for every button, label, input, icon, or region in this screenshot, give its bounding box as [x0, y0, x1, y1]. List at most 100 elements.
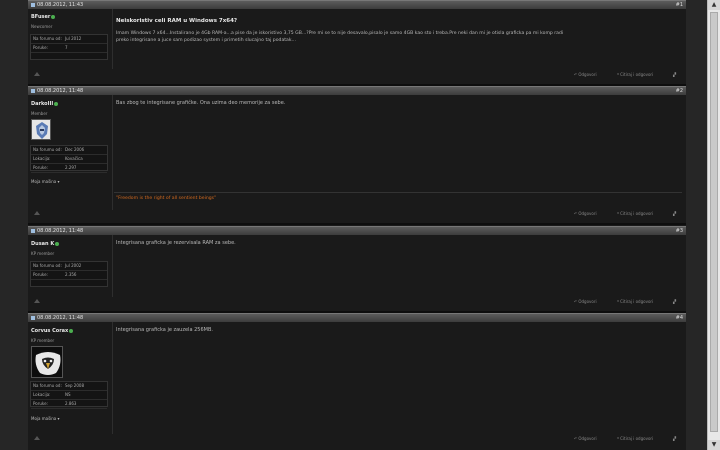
- post-number[interactable]: #2: [676, 88, 683, 95]
- info-value: 7: [65, 45, 68, 50]
- user-info-box: Na forumu od: Jul 2012 Poruke: 7: [30, 34, 108, 60]
- info-value: 2.297: [65, 165, 77, 170]
- info-value: Jul 2002: [65, 263, 82, 268]
- info-value: 2.356: [65, 272, 77, 277]
- reply-button[interactable]: ↶Odgovori: [574, 299, 597, 305]
- reply-label[interactable]: Odgovori: [578, 72, 596, 77]
- username-text[interactable]: BFuser: [31, 14, 50, 20]
- vertical-scrollbar[interactable]: ▲ ▼: [707, 0, 720, 450]
- post-4: 08.08.2012, 11:48 #4 Corvus Corax KP mem…: [28, 313, 686, 450]
- multiquote-icon[interactable]: ▞: [673, 211, 676, 217]
- info-value: Dec 2006: [65, 147, 85, 152]
- username-link[interactable]: DarkoIII: [31, 101, 59, 107]
- post-date-text: 08.08.2012, 11:43: [37, 2, 84, 8]
- info-row-location: Lokacija: NS: [31, 391, 107, 400]
- username-link[interactable]: BFuser: [31, 14, 56, 20]
- quote-label[interactable]: Citiraj i odgovori: [620, 299, 653, 304]
- post-date-text: 08.08.2012, 11:48: [37, 315, 84, 321]
- post-separator: [28, 223, 686, 225]
- online-status-icon: [54, 101, 59, 106]
- post-icon: [31, 2, 35, 7]
- post-date: 08.08.2012, 11:48: [31, 315, 83, 322]
- message-line: Integrisana graficka je zauzela 256MB.: [116, 327, 213, 333]
- quote-button[interactable]: ❝Citiraj i odgovori: [617, 211, 653, 217]
- quote-button[interactable]: ❝Citiraj i odgovori: [617, 436, 653, 442]
- report-icon[interactable]: [34, 299, 40, 303]
- post-header: 08.08.2012, 11:48 #4: [28, 313, 686, 322]
- reply-button[interactable]: ↶Odgovori: [574, 211, 597, 217]
- scroll-down-arrow-icon[interactable]: ▼: [708, 440, 720, 450]
- username-link[interactable]: Corvus Corax: [31, 328, 74, 334]
- post-icon: [31, 315, 35, 320]
- column-divider: [112, 235, 113, 297]
- user-rank: KP member: [31, 338, 55, 343]
- quote-label[interactable]: Citiraj i odgovori: [620, 211, 653, 216]
- username-link[interactable]: Dusan K: [31, 241, 60, 247]
- multiquote-icon[interactable]: ▞: [673, 72, 676, 78]
- post-footer: ↶Odgovori ❝Citiraj i odgovori ▞: [28, 435, 686, 444]
- quote-label[interactable]: Citiraj i odgovori: [620, 72, 653, 77]
- quote-button[interactable]: ❝Citiraj i odgovori: [617, 299, 653, 305]
- username-text[interactable]: Dusan K: [31, 241, 54, 247]
- user-avatar[interactable]: [31, 119, 51, 140]
- info-value: NS: [65, 392, 71, 397]
- info-key: Lokacija:: [33, 156, 51, 161]
- info-key: Poruke:: [33, 272, 48, 277]
- my-machine-dropdown[interactable]: Moja mašina ▾: [31, 416, 60, 421]
- reply-icon: ↶: [574, 436, 578, 441]
- report-icon[interactable]: [34, 72, 40, 76]
- reply-button[interactable]: ↶Odgovori: [574, 72, 597, 78]
- user-rank: KP member: [31, 251, 55, 256]
- avatar-robot-icon: [32, 120, 50, 139]
- my-machine-dropdown[interactable]: Moja mašina ▾: [31, 179, 60, 184]
- post-number[interactable]: #4: [676, 315, 683, 322]
- info-value: Jul 2012: [65, 36, 82, 41]
- multiquote-icon[interactable]: ▞: [673, 436, 676, 442]
- post-date: 08.08.2012, 11:43: [31, 2, 83, 9]
- scroll-up-arrow-icon[interactable]: ▲: [708, 0, 720, 10]
- forum-thread: 08.08.2012, 11:43 #1 BFuser Newcomer Na …: [28, 0, 686, 450]
- scrollbar-thumb[interactable]: [710, 12, 718, 432]
- reply-button[interactable]: ↶Odgovori: [574, 436, 597, 442]
- online-status-icon: [69, 328, 74, 333]
- avatar-eagle-icon: [32, 347, 62, 377]
- message-line: Imam Windows 7 x64...Instalirano je 4Gb …: [116, 31, 564, 36]
- user-avatar[interactable]: [31, 346, 63, 378]
- column-divider: [112, 95, 113, 210]
- reply-label[interactable]: Odgovori: [578, 299, 596, 304]
- info-key: Na forumu od:: [33, 383, 62, 388]
- reply-label[interactable]: Odgovori: [578, 436, 596, 441]
- quote-button[interactable]: ❝Citiraj i odgovori: [617, 72, 653, 78]
- info-key: Na forumu od:: [33, 147, 62, 152]
- post-number[interactable]: #3: [676, 228, 683, 235]
- info-row-posts: Poruke: 2.356: [31, 271, 107, 280]
- reply-icon: ↶: [574, 72, 578, 77]
- info-row-posts: Poruke: 2.863: [31, 400, 107, 409]
- info-key: Poruke:: [33, 401, 48, 406]
- report-icon[interactable]: [34, 436, 40, 440]
- message-line: Bas zbog te integrisane grafičke. Ona uz…: [116, 100, 286, 106]
- post-2: 08.08.2012, 11:48 #2 DarkoIII Member Na …: [28, 86, 686, 223]
- quote-icon: ❝: [617, 436, 620, 441]
- quote-label[interactable]: Citiraj i odgovori: [620, 436, 653, 441]
- multiquote-icon[interactable]: ▞: [673, 299, 676, 305]
- user-info-box: Na forumu od: Sep 2008 Lokacija: NS Poruke…: [30, 381, 108, 409]
- post-footer: ↶Odgovori ❝Citiraj i odgovori ▞: [28, 298, 686, 307]
- message-line: Integrisana graficka je rezervisala RAM …: [116, 240, 236, 246]
- info-key: Na forumu od:: [33, 263, 62, 268]
- post-header: 08.08.2012, 11:48 #3: [28, 226, 686, 235]
- post-date-text: 08.08.2012, 11:48: [37, 228, 84, 234]
- reply-label[interactable]: Odgovori: [578, 211, 596, 216]
- post-message: Integrisana graficka je rezervisala RAM …: [116, 240, 676, 247]
- post-icon: [31, 228, 35, 233]
- post-number[interactable]: #1: [676, 2, 683, 9]
- report-icon[interactable]: [34, 211, 40, 215]
- reply-icon: ↶: [574, 211, 578, 216]
- info-value: 2.863: [65, 401, 77, 406]
- username-text[interactable]: DarkoIII: [31, 101, 53, 107]
- username-text[interactable]: Corvus Corax: [31, 328, 68, 334]
- post-header: 08.08.2012, 11:43 #1: [28, 0, 686, 9]
- post-date: 08.08.2012, 11:48: [31, 88, 83, 95]
- user-rank: Member: [31, 111, 48, 116]
- post-footer: ↶Odgovori ❝Citiraj i odgovori ▞: [28, 210, 686, 219]
